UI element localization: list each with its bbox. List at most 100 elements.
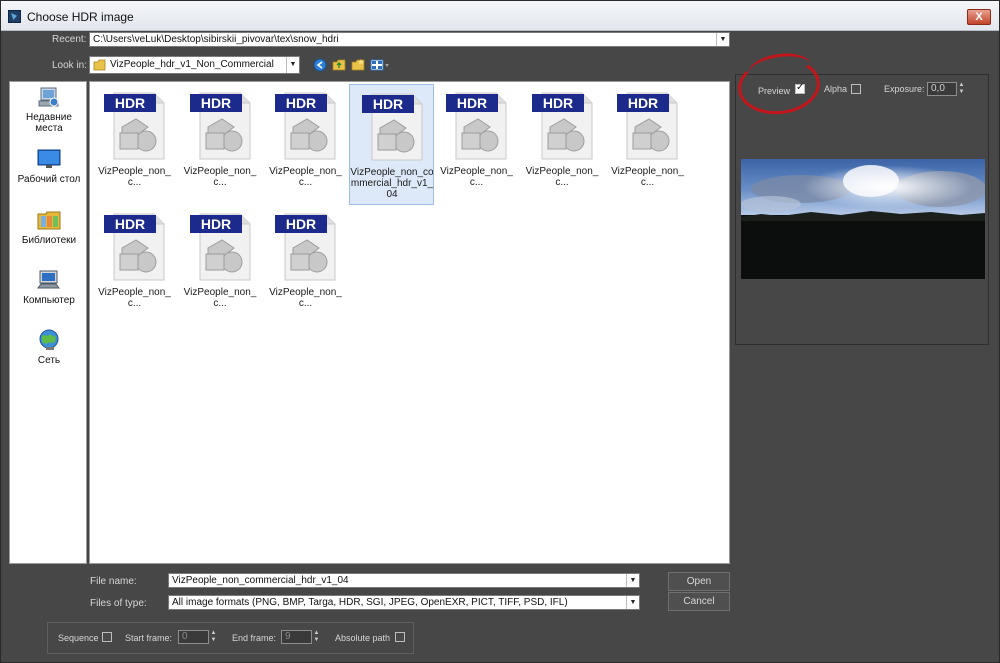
hdr-file-icon: HDR [617, 92, 678, 160]
hdr-badge-text: HDR [628, 95, 658, 111]
file-item[interactable]: HDR VizPeople_non_c... [263, 205, 348, 326]
look-in-label: Look in: [52, 60, 88, 71]
file-item[interactable]: HDR VizPeople_non_commercial_hdr_v1_04 [348, 84, 434, 205]
file-type-label: Files of type: [90, 598, 147, 609]
place-libraries[interactable]: Библиотеки [10, 209, 88, 246]
end-frame-spinner[interactable]: 9 ▲ ▼ [281, 630, 319, 644]
window-title: Choose HDR image [27, 10, 134, 24]
place-label: Библиотеки [21, 235, 77, 246]
file-type-value: All image formats (PNG, BMP, Targa, HDR,… [172, 597, 568, 608]
hdr-badge-text: HDR [200, 95, 230, 111]
end-frame-value: 9 [285, 631, 291, 642]
hdr-file-icon: HDR [189, 213, 250, 281]
file-name-input[interactable]: VizPeople_non_commercial_hdr_v1_04 ▼ [168, 573, 640, 588]
hdr-file-icon: HDR [531, 92, 592, 160]
recent-label: Recent: [52, 34, 87, 45]
alpha-label: Alpha [824, 84, 848, 94]
place-computer[interactable]: Компьютер [10, 269, 88, 306]
file-name: VizPeople_non_commercial_hdr_v1_04 [350, 167, 434, 200]
file-list[interactable]: HDR VizPeople_non_c... HDR VizPeople_non_c.… [89, 81, 730, 564]
folder-icon [93, 59, 106, 71]
file-type-select[interactable]: All image formats (PNG, BMP, Targa, HDR,… [168, 595, 640, 610]
file-item[interactable]: HDR VizPeople_non_c... [178, 205, 263, 326]
file-item[interactable]: HDR VizPeople_non_c... [178, 84, 263, 205]
new-folder-icon[interactable] [351, 58, 365, 72]
file-name: VizPeople_non_c... [98, 287, 171, 309]
sequence-checkbox[interactable] [102, 632, 112, 642]
file-item[interactable]: HDR VizPeople_non_c... [520, 84, 605, 205]
spinner-arrows-icon[interactable]: ▲ ▼ [957, 82, 966, 96]
file-name: VizPeople_non_c... [269, 166, 342, 188]
file-name: VizPeople_non_c... [525, 166, 599, 188]
file-item[interactable]: HDR VizPeople_non_c... [434, 84, 519, 205]
absolute-path-label: Absolute path [335, 633, 391, 643]
look-in-value: VizPeople_hdr_v1_Non_Commercial [110, 59, 274, 70]
absolute-path-checkbox[interactable] [395, 632, 405, 642]
open-button[interactable]: Open [668, 572, 730, 591]
network-globe-icon [39, 329, 59, 350]
hdr-badge-text: HDR [372, 96, 402, 112]
start-frame-spinner[interactable]: 0 ▲ ▼ [178, 630, 216, 644]
hdr-badge-text: HDR [286, 216, 316, 232]
file-name: VizPeople_non_c... [183, 287, 257, 309]
place-label: Недавние [26, 112, 72, 123]
choose-hdr-dialog: Choose HDR image X Recent: C:\Users\veLu… [0, 0, 1000, 663]
hdr-badge-text: HDR [200, 216, 230, 232]
place-label: Сеть [37, 355, 61, 366]
end-frame-label: End frame: [232, 633, 277, 643]
hdr-badge-text: HDR [115, 216, 145, 232]
back-icon[interactable] [313, 58, 327, 72]
file-name: VizPeople_non_c... [440, 166, 513, 188]
place-label: Компьютер [23, 295, 75, 306]
cancel-button[interactable]: Cancel [668, 592, 730, 611]
recent-combo[interactable]: C:\Users\veLuk\Desktop\sibirskii_pivovar… [89, 32, 730, 47]
up-folder-icon[interactable] [332, 58, 346, 72]
place-recent[interactable]: Недавние места [10, 86, 88, 134]
exposure-value: 0,0 [931, 83, 945, 94]
file-name: VizPeople_non_c... [98, 166, 171, 188]
place-network[interactable]: Сеть [10, 329, 88, 366]
recent-places-icon [38, 87, 59, 107]
desktop-icon [37, 149, 61, 168]
chevron-down-icon[interactable]: ▼ [626, 574, 639, 587]
hdr-badge-text: HDR [286, 95, 316, 111]
file-name: VizPeople_non_c... [183, 166, 257, 188]
computer-icon [37, 270, 60, 289]
file-name: VizPeople_non_c... [611, 166, 684, 188]
file-name-value: VizPeople_non_commercial_hdr_v1_04 [172, 575, 349, 586]
hdr-file-icon: HDR [104, 92, 165, 160]
exposure-label: Exposure: [884, 84, 925, 94]
file-item[interactable]: HDR VizPeople_non_c... [92, 205, 177, 326]
exposure-spinner[interactable]: 0,0 ▲ ▼ [927, 82, 964, 96]
3dsmax-app-icon [8, 10, 21, 23]
hdr-file-icon: HDR [275, 92, 336, 160]
alpha-checkbox[interactable] [851, 84, 861, 94]
start-frame-value: 0 [182, 631, 188, 642]
chevron-down-icon[interactable]: ▼ [716, 33, 729, 46]
places-bar: Недавние места Рабочий стол Библиотеки К… [9, 81, 87, 564]
chevron-down-icon[interactable]: ▼ [626, 596, 639, 609]
close-button[interactable]: X [967, 9, 991, 25]
file-item[interactable]: HDR VizPeople_non_c... [92, 84, 177, 205]
hdr-badge-text: HDR [115, 95, 145, 111]
hdr-file-icon: HDR [104, 213, 165, 281]
file-item[interactable]: HDR VizPeople_non_c... [605, 84, 690, 205]
hdr-badge-text: HDR [542, 95, 572, 111]
start-frame-label: Start frame: [125, 633, 173, 643]
file-item[interactable]: HDR VizPeople_non_c... [263, 84, 348, 205]
look-in-combo[interactable]: VizPeople_hdr_v1_Non_Commercial ▼ [89, 56, 300, 74]
place-label: места [35, 123, 63, 134]
libraries-icon [37, 211, 61, 230]
hdr-file-icon: HDR [361, 93, 422, 161]
view-menu-icon[interactable] [370, 58, 390, 72]
place-label: Рабочий стол [17, 174, 81, 185]
spinner-arrows-icon[interactable]: ▲ ▼ [312, 630, 321, 644]
file-name: VizPeople_non_c... [269, 287, 342, 309]
place-desktop[interactable]: Рабочий стол [10, 148, 88, 185]
hdr-preview-image [741, 159, 985, 279]
spinner-arrows-icon[interactable]: ▲ ▼ [209, 630, 218, 644]
chevron-down-icon[interactable]: ▼ [286, 57, 299, 73]
hdr-file-icon: HDR [446, 92, 507, 160]
hdr-file-icon: HDR [275, 213, 336, 281]
title-bar[interactable]: Choose HDR image X [1, 1, 999, 31]
